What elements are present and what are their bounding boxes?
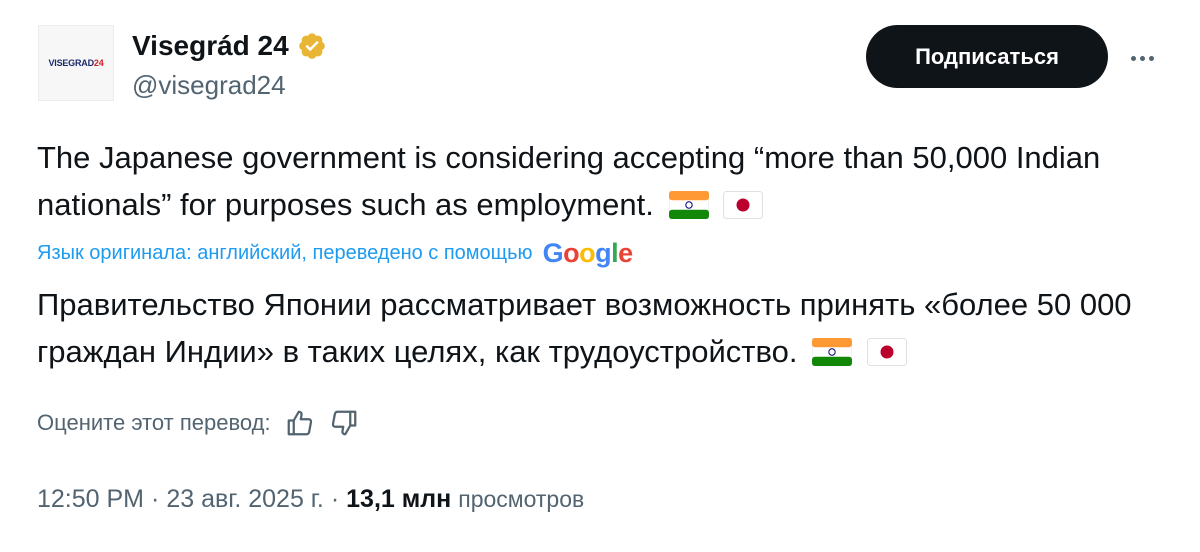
tweet-original-text: The Japanese government is considering a… [37,134,1157,232]
tweet-translated-text: Правительство Японии рассматривает возмо… [37,281,1157,379]
avatar[interactable]: VISEGRAD24 [38,25,114,101]
google-logo: Google [542,238,634,268]
meta-separator: · [151,485,160,513]
japan-flag-icon [866,332,907,379]
japan-flag-icon [723,185,764,232]
tweet-meta: 12:50 PM · 23 авг. 2025 г. · 13,1 млн пр… [37,485,584,514]
views-label[interactable]: просмотров [458,486,584,513]
india-flag-icon [668,185,709,232]
author-handle[interactable]: @visegrad24 [132,70,286,101]
tweet-translated-body: Правительство Японии рассматривает возмо… [37,287,1132,369]
thumbs-down-icon[interactable] [329,408,359,438]
avatar-logo: VISEGRAD24 [48,58,103,68]
subscribe-button[interactable]: Подписаться [866,25,1108,88]
avatar-logo-number: 24 [93,58,104,68]
rate-translation: Оцените этот перевод: [37,408,359,438]
avatar-logo-text: VISEGRAD [48,58,94,68]
rate-translation-label: Оцените этот перевод: [37,410,271,435]
more-options-icon[interactable] [1124,40,1160,76]
thumbs-up-icon[interactable] [285,408,315,438]
meta-separator: · [330,485,340,513]
india-flag-icon [811,332,853,379]
author-name-row[interactable]: Visegrád 24 [132,30,327,62]
verified-badge-icon [297,31,327,61]
author-display-name[interactable]: Visegrád 24 [132,30,289,62]
translation-note-text[interactable]: Язык оригинала: английский, переведено с… [37,242,533,265]
translation-note[interactable]: Язык оригинала: английский, переведено с… [37,238,633,269]
tweet-original-body: The Japanese government is considering a… [37,140,1101,222]
tweet-date[interactable]: 23 авг. 2025 г. [166,485,323,514]
tweet-time[interactable]: 12:50 PM [37,485,144,514]
views-count[interactable]: 13,1 млн [346,485,451,514]
